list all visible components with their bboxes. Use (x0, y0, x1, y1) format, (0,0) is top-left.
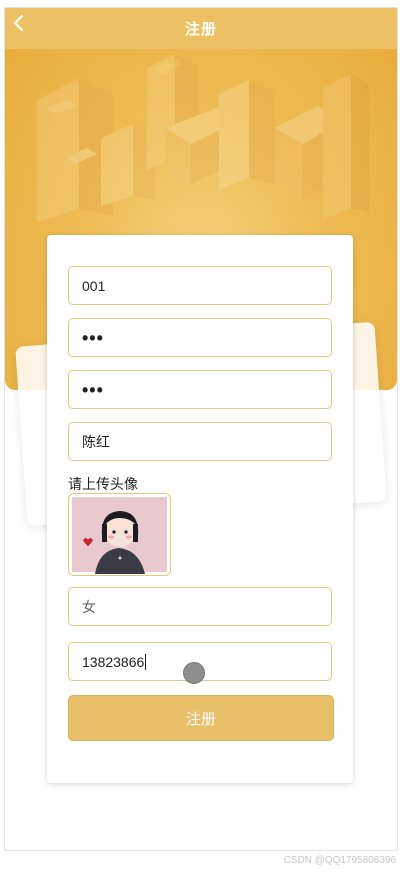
username-value: 001 (82, 277, 106, 294)
avatar-upload[interactable] (68, 493, 171, 576)
touch-pointer-indicator (183, 662, 205, 684)
gender-input[interactable]: 女 (68, 587, 332, 626)
name-input[interactable]: 陈红 (68, 422, 332, 461)
username-input[interactable]: 001 (68, 266, 332, 305)
register-button[interactable]: 注册 (68, 695, 334, 741)
avatar-image (72, 497, 167, 574)
text-caret (145, 653, 147, 670)
name-value: 陈红 (82, 433, 110, 450)
register-form-card: 001 ••• ••• 陈红 请上传头像 女 13823866 注册 (47, 235, 353, 783)
password-value: ••• (82, 327, 104, 348)
watermark: CSDN @QQ1795806396 (283, 855, 396, 866)
navigation-bar: 注册 (5, 8, 397, 49)
chevron-left-icon (13, 14, 24, 32)
register-button-label: 注册 (185, 710, 216, 728)
back-button[interactable] (11, 14, 39, 42)
phone-value: 13823866 (82, 653, 145, 670)
confirm-password-value: ••• (82, 379, 104, 400)
upload-avatar-label: 请上传头像 (68, 476, 138, 492)
page-title: 注册 (184, 21, 217, 38)
phone-frame: 注册 001 ••• ••• 陈红 请上传头像 女 13823866 注册 (4, 7, 398, 851)
gender-value: 女 (82, 598, 96, 615)
confirm-password-input[interactable]: ••• (68, 370, 332, 409)
password-input[interactable]: ••• (68, 318, 332, 357)
